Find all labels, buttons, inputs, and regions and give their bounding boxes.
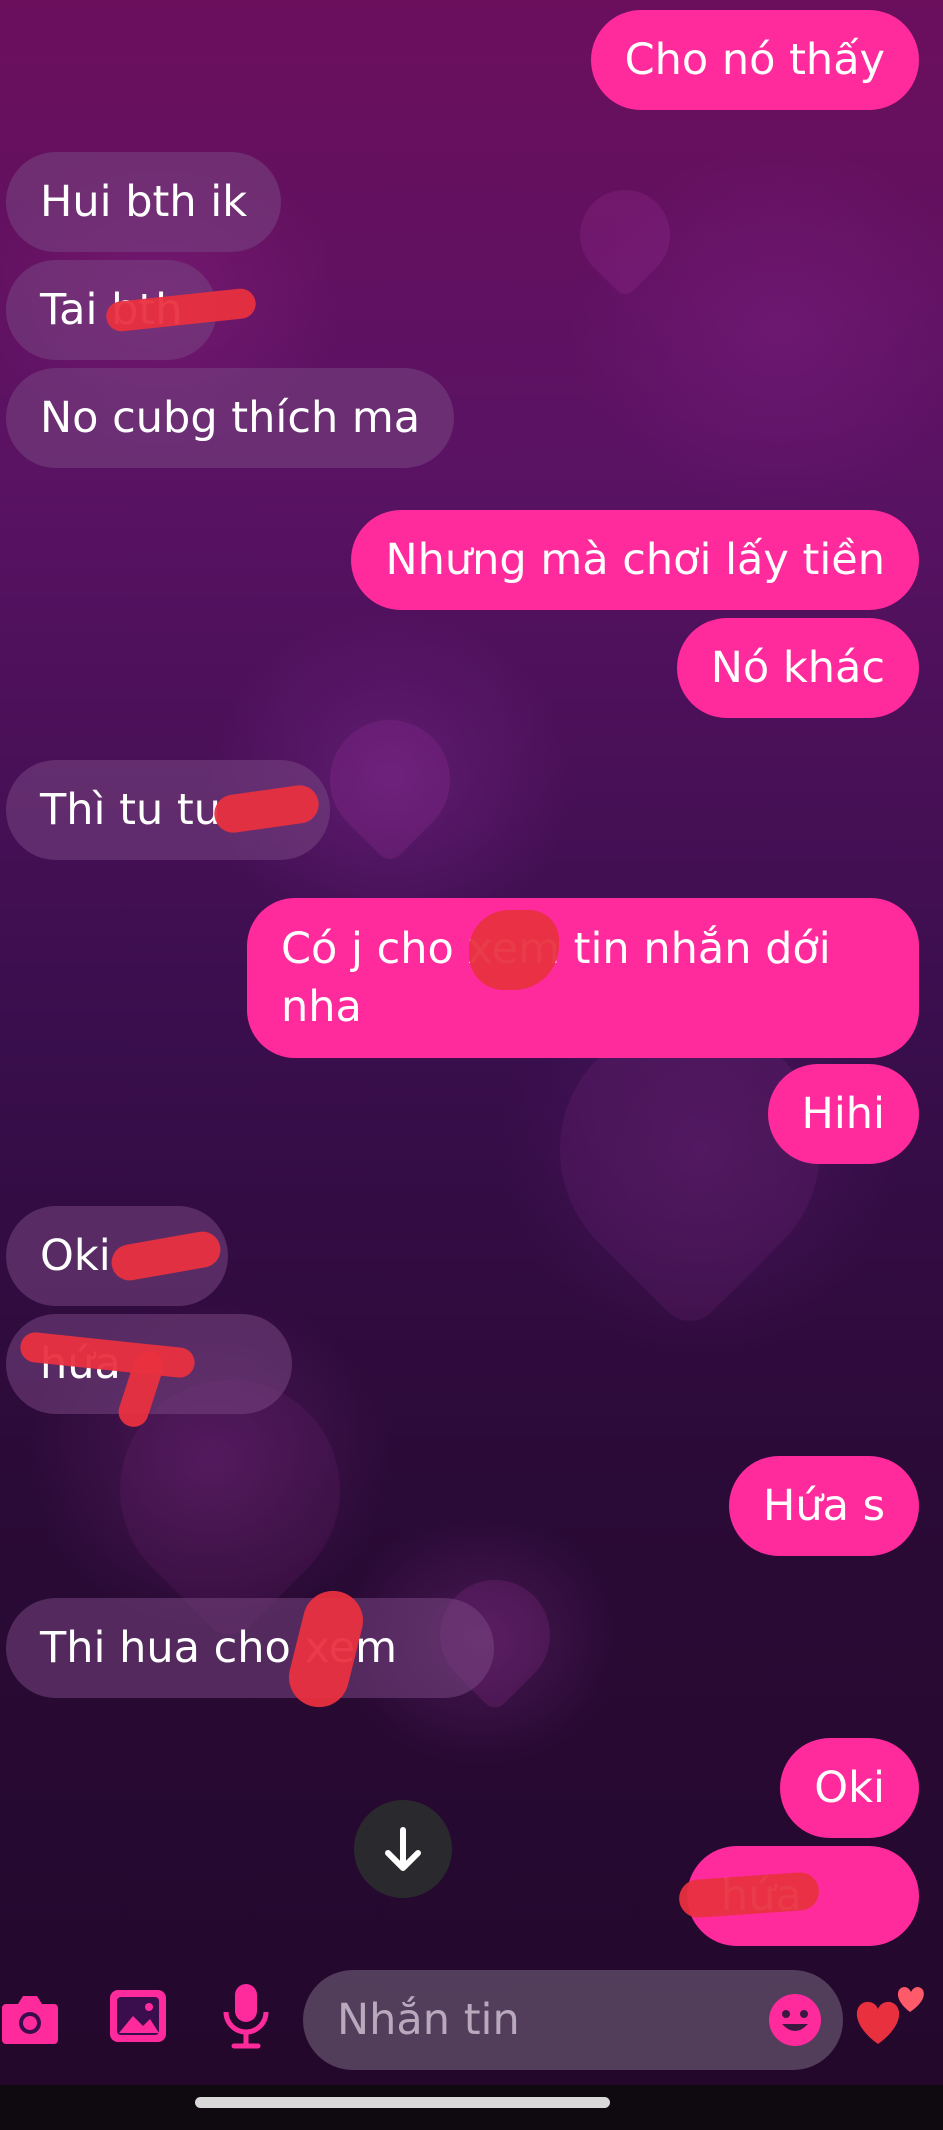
message-bubble-outgoing[interactable]: Cho nó thấy	[590, 10, 919, 110]
message-bubble-incoming[interactable]: Tai bth	[6, 260, 258, 360]
message-bubble-outgoing[interactable]: Nhưng mà chơi lấy tiền	[351, 510, 919, 610]
redaction-scribble	[282, 1584, 370, 1714]
message-bubble-incoming[interactable]: hứa	[6, 1314, 292, 1431]
message-bubble-incoming[interactable]: No cubg thích ma	[6, 368, 455, 468]
image-icon[interactable]	[108, 1988, 168, 2048]
message-bubble-outgoing[interactable]: Oki	[780, 1738, 919, 1838]
arrow-down-icon	[385, 1827, 421, 1871]
message-input[interactable]: Nhắn tin	[303, 1970, 843, 2070]
message-bubble-outgoing[interactable]: hứa	[677, 1846, 919, 1946]
message-bubble-incoming[interactable]: Oki	[6, 1206, 228, 1306]
redaction-scribble	[108, 1228, 224, 1284]
hearts-icon[interactable]	[852, 1978, 932, 2052]
background-heart	[561, 171, 689, 299]
message-bubble-outgoing[interactable]: Hihi	[767, 1064, 919, 1164]
emoji-icon[interactable]	[767, 1992, 823, 2052]
microphone-icon[interactable]	[220, 1982, 272, 2054]
message-input-placeholder: Nhắn tin	[337, 1995, 520, 2045]
background-heart	[305, 695, 475, 865]
message-bubble-outgoing[interactable]: Hứa s	[728, 1456, 919, 1556]
scroll-to-bottom-button[interactable]	[354, 1800, 452, 1898]
message-bubble-outgoing[interactable]: Có j cho xem tin nhắn dới nha	[247, 898, 919, 1058]
message-text-line: nha	[281, 982, 362, 1032]
redaction-scribble	[211, 782, 322, 836]
message-bubble-incoming[interactable]: Thi hua cho xem	[6, 1584, 494, 1714]
message-bubble-incoming[interactable]: Thì tu tu	[6, 760, 330, 860]
message-text: Oki	[40, 1231, 111, 1281]
message-bubble-incoming[interactable]: Hui bth ik	[6, 152, 282, 252]
message-text: Thì tu tu	[40, 785, 222, 835]
message-text-line: Có j cho xem tin nhắn dới	[281, 924, 831, 974]
camera-icon[interactable]	[0, 1990, 60, 2050]
message-bubble-outgoing[interactable]: Nó khác	[676, 618, 919, 718]
home-indicator[interactable]	[195, 2097, 610, 2108]
